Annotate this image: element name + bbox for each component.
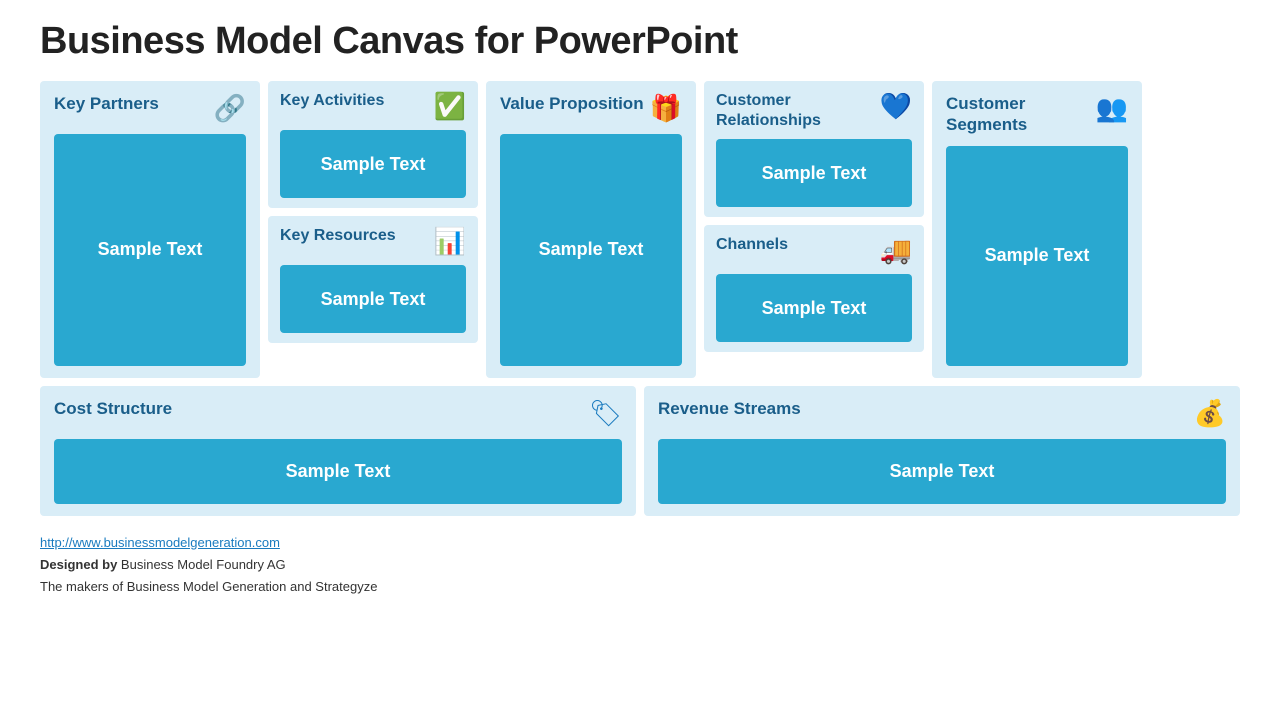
check-icon: ✅ [434,91,466,122]
customer-segments-content: Sample Text [946,146,1128,366]
value-proposition-title: Value Proposition [500,93,644,114]
canvas-top-row: Key Partners 🔗 Sample Text Key Activitie… [40,81,1240,378]
customer-rel-container: Customer Relationships 💙 Sample Text Cha… [704,81,924,378]
customer-rel-sub-cells: Customer Relationships 💙 Sample Text Cha… [704,81,924,378]
key-partners-cell: Key Partners 🔗 Sample Text [40,81,260,378]
cost-structure-cell: Cost Structure 🏷 Sample Text [40,386,636,516]
people-icon: 👥 [1096,93,1128,124]
key-resources-header: Key Resources 📊 [280,226,466,257]
channels-title: Channels [716,235,788,255]
cost-structure-title: Cost Structure [54,398,172,419]
link-icon: 🔗 [214,93,246,124]
customer-segments-header: Customer Segments 👥 [946,93,1128,136]
revenue-streams-title: Revenue Streams [658,398,801,419]
customer-segments-cell: Customer Segments 👥 Sample Text [932,81,1142,378]
key-activities-content: Sample Text [280,130,466,198]
customer-relationships-cell: Customer Relationships 💙 Sample Text [704,81,924,217]
footer-url: http://www.businessmodelgeneration.com [40,532,1240,554]
page-title: Business Model Canvas for PowerPoint [40,20,1240,63]
value-proposition-cell: Value Proposition 🎁 Sample Text [486,81,696,378]
value-proposition-header: Value Proposition 🎁 [500,93,682,124]
footer-designed-by-label: Designed by [40,557,117,572]
key-resources-content: Sample Text [280,265,466,333]
revenue-streams-cell: Revenue Streams 💰 Sample Text [644,386,1240,516]
cost-structure-header: Cost Structure 🏷 [54,398,622,429]
chart-icon: 📊 [434,226,466,257]
truck-icon: 🚚 [880,235,912,266]
channels-header: Channels 🚚 [716,235,912,266]
key-partners-header: Key Partners 🔗 [54,93,246,124]
money-icon: 💰 [1194,398,1226,429]
gift-icon: 🎁 [650,93,682,124]
cost-structure-content: Sample Text [54,439,622,504]
footer-link[interactable]: http://www.businessmodelgeneration.com [40,535,280,550]
footer-tagline: The makers of Business Model Generation … [40,576,1240,598]
key-activities-title: Key Activities [280,91,384,111]
revenue-streams-header: Revenue Streams 💰 [658,398,1226,429]
canvas-bottom-row: Cost Structure 🏷 Sample Text Revenue Str… [40,386,1240,516]
footer: http://www.businessmodelgeneration.com D… [40,532,1240,598]
key-activities-cell: Key Activities ✅ Sample Text [268,81,478,208]
heart-icon: 💙 [880,91,912,122]
value-proposition-content: Sample Text [500,134,682,366]
footer-designed-by: Designed by Business Model Foundry AG [40,554,1240,576]
channels-content: Sample Text [716,274,912,342]
key-activities-container: Key Activities ✅ Sample Text Key Resourc… [268,81,478,378]
footer-designed-by-value: Business Model Foundry AG [121,557,286,572]
revenue-streams-content: Sample Text [658,439,1226,504]
tag-icon: 🏷 [589,398,622,429]
key-partners-content: Sample Text [54,134,246,366]
key-resources-cell: Key Resources 📊 Sample Text [268,216,478,343]
key-activities-header: Key Activities ✅ [280,91,466,122]
channels-cell: Channels 🚚 Sample Text [704,225,924,352]
customer-segments-title: Customer Segments [946,93,1090,136]
customer-relationships-title: Customer Relationships [716,91,874,131]
key-resources-title: Key Resources [280,226,396,246]
key-activities-sub-cells: Key Activities ✅ Sample Text Key Resourc… [268,81,478,378]
customer-relationships-header: Customer Relationships 💙 [716,91,912,131]
customer-relationships-content: Sample Text [716,139,912,207]
key-partners-title: Key Partners [54,93,159,114]
